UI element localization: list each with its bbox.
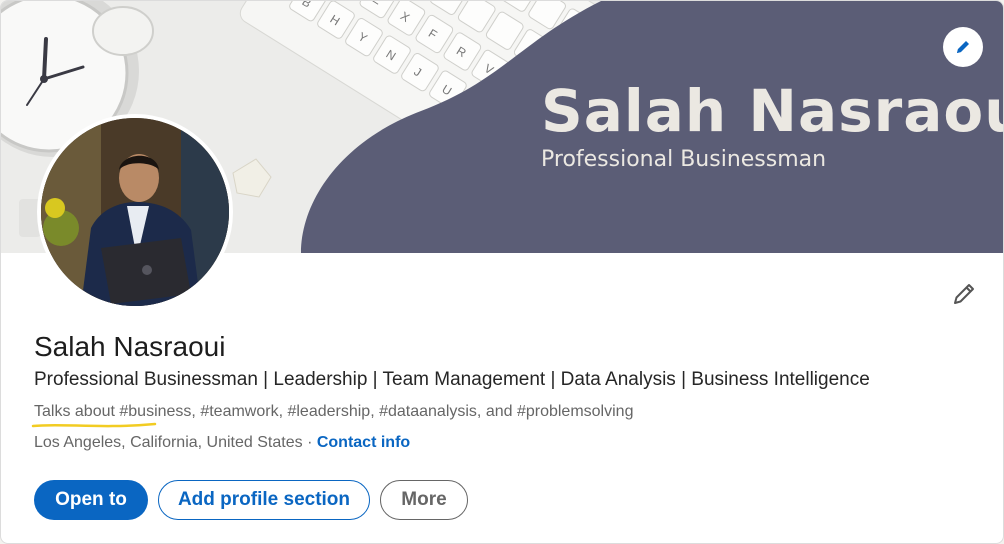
banner-title: Salah Nasraoui (541, 77, 1004, 145)
profile-card: CDEXFRVGTBHYNJUMKI Salah Nasraoui Profes… (0, 0, 1004, 544)
highlight-underline (31, 422, 157, 428)
contact-info-link[interactable]: Contact info (317, 434, 410, 451)
open-to-button[interactable]: Open to (34, 480, 148, 520)
talks-about-text: Talks about #business, #teamwork, #leade… (34, 403, 634, 420)
banner-subtitle: Professional Businessman (541, 147, 827, 172)
more-button[interactable]: More (380, 480, 468, 520)
location-text: Los Angeles, California, United States (34, 434, 303, 451)
location-line: Los Angeles, California, United States ·… (34, 434, 410, 452)
profile-headline: Professional Businessman | Leadership | … (34, 369, 870, 390)
pencil-icon (957, 41, 969, 53)
edit-banner-button[interactable] (943, 27, 983, 67)
avatar-image (41, 118, 229, 306)
edit-intro-button[interactable] (947, 277, 981, 311)
pencil-icon (954, 284, 974, 304)
add-profile-section-button[interactable]: Add profile section (158, 480, 370, 520)
profile-photo[interactable] (37, 114, 233, 310)
profile-name: Salah Nasraoui (34, 331, 226, 362)
location-separator: · (307, 434, 313, 451)
